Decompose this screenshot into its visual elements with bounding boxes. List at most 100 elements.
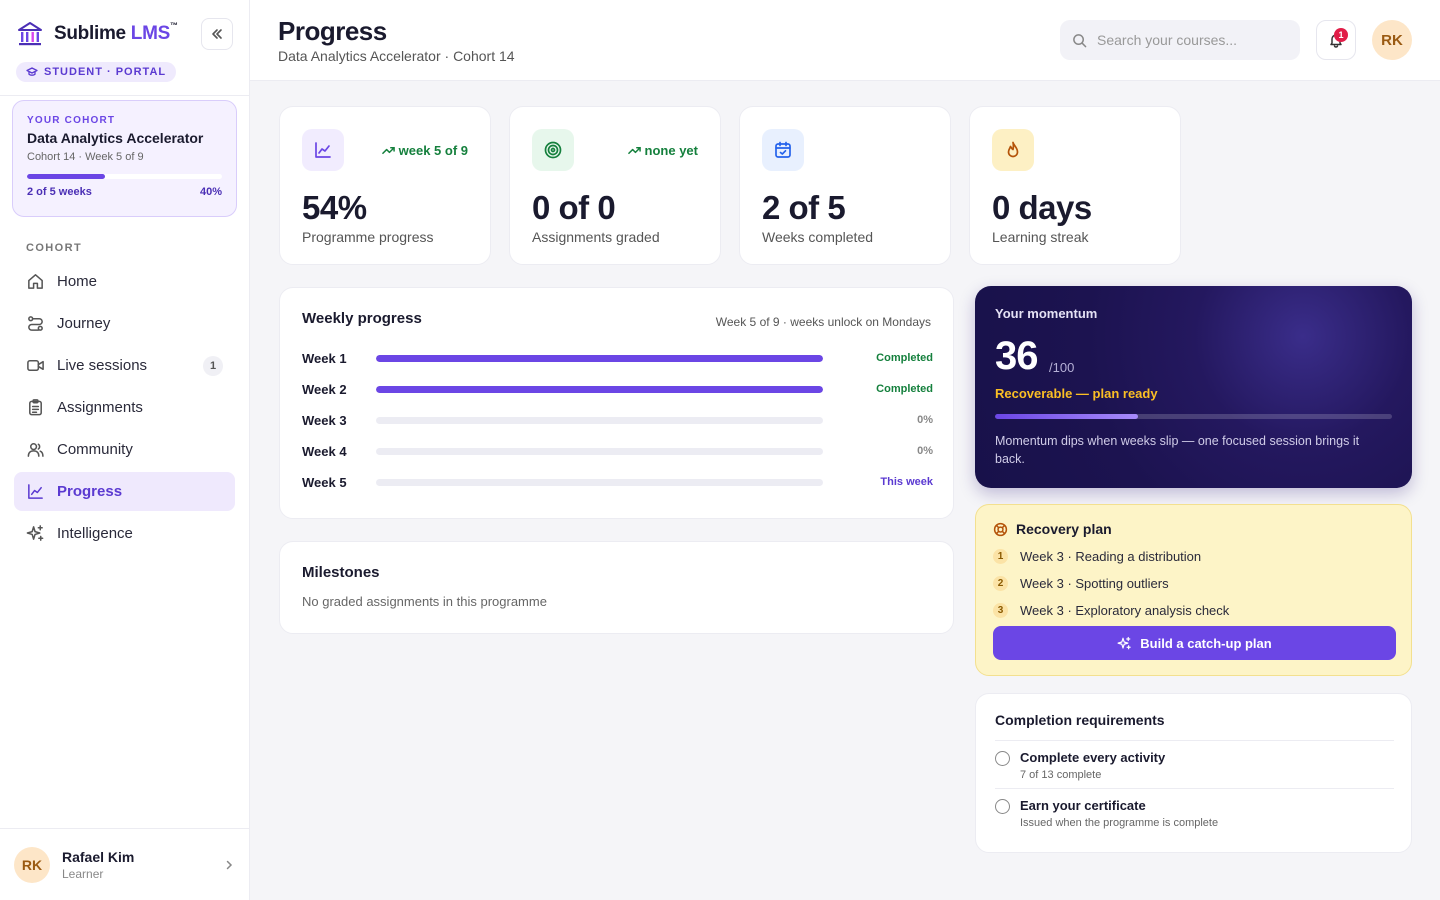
list-item[interactable]: 3 Week 3 · Exploratory analysis check [993, 597, 1394, 624]
nav-section-label: COHORT [26, 242, 83, 254]
checkbox-circle-icon [995, 751, 1010, 766]
requirement-title: Earn your certificate [1020, 798, 1146, 813]
stat-value: 0 of 0 [532, 189, 616, 226]
user-name: Rafael Kim [62, 848, 135, 865]
step-number: 1 [993, 549, 1008, 564]
sidebar-item-label: Live sessions [57, 357, 148, 374]
momentum-bar [995, 414, 1392, 419]
stat-label: Learning streak [992, 229, 1089, 245]
step-label: Week 3 · Exploratory analysis check [1020, 603, 1230, 618]
page-header: Progress Data Analytics Accelerator · Co… [250, 0, 1440, 81]
sidebar-item-progress[interactable]: Progress [14, 472, 235, 511]
week-label: Week 2 [302, 381, 347, 397]
momentum-card: Your momentum 36 /100 Recoverable — plan… [975, 286, 1412, 488]
week-progress-bar [376, 354, 823, 362]
requirement-item[interactable]: Earn your certificate Issued when the pr… [995, 788, 1394, 829]
step-label: Week 3 · Reading a distribution [1020, 549, 1202, 564]
stat-value: 54% [302, 189, 367, 226]
stat-card-assignments-graded: none yet 0 of 0 Assignments graded [509, 106, 721, 265]
notification-count-badge: 1 [1334, 28, 1348, 42]
user-role: Learner [62, 866, 104, 881]
list-item[interactable]: 2 Week 3 · Spotting outliers [993, 570, 1394, 597]
life-buoy-icon [993, 522, 1008, 536]
cohort-progress-bar [27, 174, 222, 179]
week-progress-fill [376, 385, 823, 393]
weekly-progress-meta: Week 5 of 9 · weeks unlock on Mondays [715, 315, 931, 329]
week-progress-bar [376, 478, 823, 486]
momentum-note: Momentum dips when weeks slip — one focu… [995, 434, 1360, 466]
stat-label: Weeks completed [762, 229, 874, 245]
momentum-title: Your momentum [995, 306, 1098, 321]
completion-requirements-card: Completion requirements Complete every a… [975, 693, 1412, 853]
sidebar-item-live-sessions[interactable]: Live sessions 1 [14, 346, 235, 385]
trending-up-icon [627, 146, 641, 155]
milestones-title: Milestones [302, 564, 380, 581]
collapse-sidebar-button[interactable] [201, 18, 233, 50]
header-avatar[interactable]: RK [1372, 20, 1412, 60]
clipboard-icon [29, 399, 42, 416]
sidebar-nav: Home Journey Live sessions 1 Assignments… [14, 262, 235, 556]
cohort-subtitle: Cohort 14 · Week 5 of 9 [27, 151, 144, 163]
live-sessions-count-badge: 1 [203, 355, 223, 376]
step-number: 2 [993, 576, 1008, 591]
search-icon [1073, 33, 1087, 47]
cohort-progress-percent: 40% [199, 186, 222, 198]
build-catch-up-plan-button[interactable]: Build a catch-up plan [993, 626, 1396, 660]
sidebar-item-home[interactable]: Home [14, 262, 235, 301]
week-progress-bar [376, 447, 823, 455]
stat-value: 2 of 5 [762, 189, 846, 226]
sidebar-item-journey[interactable]: Journey [14, 304, 235, 343]
cohort-card[interactable]: YOUR COHORT Data Analytics Accelerator C… [12, 100, 237, 217]
requirement-subtitle: 7 of 13 complete [1020, 769, 1102, 781]
sparkles-icon [26, 525, 44, 541]
step-label: Week 3 · Spotting outliers [1020, 576, 1169, 591]
portal-badge: STUDENT · PORTAL [16, 62, 177, 82]
sidebar-item-label: Progress [57, 483, 123, 500]
week-row[interactable]: Week 2 Completed [302, 381, 933, 397]
sidebar-item-label: Assignments [57, 399, 143, 416]
sidebar-item-label: Home [57, 273, 98, 290]
list-item[interactable]: 1 Week 3 · Reading a distribution [993, 543, 1394, 570]
institution-logo-icon [18, 22, 42, 46]
users-icon [27, 443, 44, 457]
week-row[interactable]: Week 3 0% [302, 412, 933, 428]
sidebar-item-intelligence[interactable]: Intelligence [14, 514, 235, 553]
week-progress-bar [376, 385, 823, 393]
completion-requirements-title: Completion requirements [995, 712, 1165, 728]
momentum-status: Recoverable — plan ready [995, 386, 1158, 401]
search-box[interactable] [1060, 20, 1300, 60]
user-profile-button[interactable]: RK Rafael Kim Learner [0, 828, 249, 900]
recovery-plan-header: Recovery plan [993, 521, 1394, 537]
chevron-right-icon [226, 860, 233, 869]
week-status: 0% [917, 414, 933, 426]
chevrons-left-icon [212, 29, 222, 39]
trending-up-icon [381, 146, 395, 155]
sparkles-icon [1117, 636, 1131, 649]
week-status: Completed [876, 352, 933, 364]
stat-icon-wrap [302, 129, 344, 171]
checkbox-circle-icon [995, 799, 1010, 814]
chart-icon [315, 142, 331, 158]
search-input[interactable] [1097, 32, 1277, 48]
sidebar-item-assignments[interactable]: Assignments [14, 388, 235, 427]
cohort-title: Data Analytics Accelerator [27, 130, 204, 146]
week-progress-bar [376, 416, 823, 424]
week-row[interactable]: Week 5 This week [302, 474, 933, 490]
sidebar-item-community[interactable]: Community [14, 430, 235, 469]
target-icon [544, 141, 562, 159]
week-label: Week 4 [302, 443, 347, 459]
stat-card-learning-streak: 0 days Learning streak [969, 106, 1181, 265]
requirement-item[interactable]: Complete every activity 7 of 13 complete [995, 740, 1394, 781]
momentum-score: 36 [995, 334, 1038, 378]
avatar: RK [14, 846, 50, 883]
stat-label: Assignments graded [532, 229, 660, 245]
recovery-plan-title: Recovery plan [1016, 521, 1112, 537]
week-status: This week [880, 476, 933, 488]
flame-icon [1007, 141, 1019, 158]
brand[interactable]: Sublime LMS™ [16, 20, 178, 48]
calendar-check-icon [775, 141, 791, 158]
notifications-button[interactable]: 1 [1316, 20, 1356, 60]
week-row[interactable]: Week 4 0% [302, 443, 933, 459]
week-row[interactable]: Week 1 Completed [302, 350, 933, 366]
momentum-bar-fill [995, 414, 1138, 419]
